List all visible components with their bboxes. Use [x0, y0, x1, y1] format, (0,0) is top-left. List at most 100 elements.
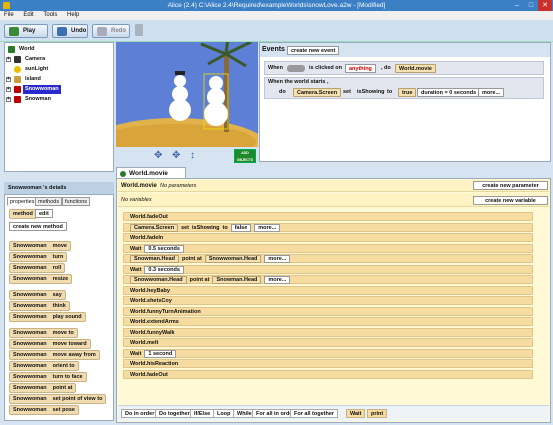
- method-tile-turn[interactable]: Snowwoman turn: [9, 252, 68, 262]
- method-object: Snowwoman: [13, 265, 47, 271]
- play-button[interactable]: Play: [4, 24, 48, 38]
- close-button[interactable]: ✕: [538, 0, 552, 11]
- camera-icon: [14, 56, 21, 63]
- expand-icon[interactable]: +: [6, 87, 11, 92]
- object-chip[interactable]: Camera.Screen: [130, 223, 179, 232]
- control-do-in-order[interactable]: Do in order: [121, 409, 159, 418]
- value-dropdown[interactable]: false: [230, 223, 252, 232]
- expand-icon[interactable]: +: [6, 77, 11, 82]
- statement-row[interactable]: World.fadeOut: [123, 212, 533, 221]
- undo-button[interactable]: Undo: [52, 24, 88, 38]
- statement-row[interactable]: World.shetsCoy: [123, 296, 533, 305]
- method-name: move away from: [52, 352, 96, 358]
- value-dropdown[interactable]: more...: [264, 255, 291, 263]
- method-tile-set-pose[interactable]: Snowwoman set pose: [9, 405, 79, 415]
- method-tile-set-point-of-view-to[interactable]: Snowwoman set point of view to: [9, 394, 107, 404]
- method-name: set point of view to: [52, 396, 103, 402]
- method-tile-turn-to-face[interactable]: Snowwoman turn to face: [9, 372, 87, 382]
- camera-screen-chip[interactable]: Camera.Screen: [293, 88, 342, 97]
- statement-row[interactable]: Wait 0.5 seconds: [123, 243, 533, 253]
- control-do-together[interactable]: Do together: [155, 409, 194, 418]
- create-event-button[interactable]: create new event: [287, 46, 340, 55]
- create-method-button[interactable]: create new method: [9, 222, 67, 231]
- method-tile-move-toward[interactable]: Snowwoman move toward: [9, 339, 91, 349]
- rotate-arrows-icon[interactable]: ↕: [190, 150, 195, 161]
- value-dropdown[interactable]: 0.3 seconds: [144, 265, 184, 274]
- object-chip[interactable]: Snowman.Head: [130, 255, 179, 263]
- statement-row[interactable]: Wait 0.3 seconds: [123, 264, 533, 274]
- redo-button[interactable]: Redo: [92, 24, 130, 38]
- tab-methods[interactable]: methods: [35, 197, 63, 206]
- method-name: point at: [52, 385, 73, 391]
- value-dropdown[interactable]: more...: [264, 276, 291, 284]
- create-variable-button[interactable]: create new variable: [473, 196, 548, 205]
- method-tile-resize[interactable]: Snowwoman resize: [9, 274, 73, 284]
- snowman-head: [174, 75, 186, 87]
- event-world-starts[interactable]: When the world starts , do Camera.Screen…: [264, 77, 544, 99]
- method-tile-say[interactable]: Snowwoman say: [9, 290, 66, 300]
- tab-properties[interactable]: properties: [7, 197, 38, 206]
- add-objects-button[interactable]: ADD OBJECTS: [234, 149, 256, 163]
- method-tile-move[interactable]: Snowwoman move: [9, 241, 71, 251]
- object-chip[interactable]: Snowwoman.Head: [130, 276, 187, 284]
- maximize-button[interactable]: □: [524, 0, 538, 11]
- event-action-dropdown[interactable]: World.movie: [395, 64, 436, 73]
- method-tile-orient-to[interactable]: Snowwoman orient to: [9, 361, 79, 371]
- method-tile-move-away-from[interactable]: Snowwoman move away from: [9, 350, 100, 360]
- expand-icon[interactable]: +: [6, 97, 11, 102]
- statement-row[interactable]: World.funnyTurnAnimation: [123, 306, 533, 316]
- value-dropdown[interactable]: 0.5 seconds: [144, 244, 184, 253]
- method-tile-roll[interactable]: Snowwoman roll: [9, 263, 66, 273]
- method-name: turn to face: [52, 374, 83, 380]
- method-tile[interactable]: method: [9, 209, 37, 219]
- statement-row[interactable]: Snowwoman.Head point at Snowman.Head more..…: [123, 275, 533, 284]
- method-object: Snowwoman: [13, 243, 47, 249]
- control-if-else[interactable]: If/Else: [190, 409, 215, 418]
- edit-button[interactable]: edit: [35, 209, 53, 218]
- event-mouse-click[interactable]: When is clicked on anything , do World.m…: [264, 61, 544, 75]
- tab-world-movie[interactable]: World.movie: [116, 167, 186, 178]
- control-wait[interactable]: Wait: [346, 409, 366, 418]
- object-chip[interactable]: Snowwoman.Head: [204, 255, 262, 263]
- trash-icon[interactable]: [135, 24, 143, 36]
- object-chip[interactable]: Snowman.Head: [212, 276, 262, 284]
- statement-row[interactable]: Snowman.Head point at Snowwoman.Head more..…: [123, 254, 533, 263]
- statement-row[interactable]: Camera.Screen set isShowing to false more...: [123, 222, 533, 232]
- method-tile-point-at[interactable]: Snowwoman point at: [9, 383, 77, 393]
- duration-dropdown[interactable]: duration = 0 seconds: [417, 88, 481, 97]
- control-for-all-together[interactable]: For all together: [290, 409, 339, 418]
- value-dropdown[interactable]: 1 second: [144, 349, 177, 358]
- method-tile-move-to[interactable]: Snowwoman move to: [9, 328, 78, 338]
- method-tile-think[interactable]: Snowwoman think: [9, 301, 70, 311]
- method-tile-play-sound[interactable]: Snowwoman play sound: [9, 312, 86, 322]
- menu-help[interactable]: Help: [67, 12, 79, 18]
- create-parameter-button[interactable]: create new parameter: [473, 181, 548, 190]
- statement-row[interactable]: World.melt: [123, 338, 533, 347]
- tab-functions[interactable]: functions: [62, 197, 91, 206]
- snowwoman-head: [209, 76, 223, 90]
- statement-row[interactable]: Wait 1 second: [123, 348, 533, 358]
- scene-view[interactable]: [116, 42, 258, 147]
- statement-row[interactable]: World.extendArms: [123, 317, 533, 326]
- more-button[interactable]: more...: [478, 88, 505, 97]
- statement-row[interactable]: World.fadeOut: [123, 369, 533, 379]
- statement-row[interactable]: World.heyBaby: [123, 285, 533, 295]
- minimize-button[interactable]: –: [510, 0, 524, 11]
- menu-edit[interactable]: Edit: [23, 12, 33, 18]
- control-print[interactable]: print: [367, 409, 388, 418]
- method-object: Snowwoman: [13, 292, 47, 298]
- statement-row[interactable]: World.fadeIn: [123, 233, 533, 242]
- method-object: Snowwoman: [13, 407, 47, 413]
- move-arrows-icon[interactable]: ✥: [154, 150, 162, 161]
- menu-file[interactable]: File: [4, 12, 14, 18]
- statement-row[interactable]: World.funnyWalk: [123, 327, 533, 337]
- control-loop[interactable]: Loop: [213, 409, 235, 418]
- move-arrows-icon[interactable]: ✥: [172, 150, 180, 161]
- menu-tools[interactable]: Tools: [43, 12, 57, 18]
- expand-icon[interactable]: +: [6, 57, 11, 62]
- click-target-dropdown[interactable]: anything: [345, 64, 376, 73]
- statement-row[interactable]: World.hisReaction: [123, 359, 533, 368]
- value-dropdown[interactable]: more...: [254, 223, 281, 232]
- value-dropdown[interactable]: true: [398, 88, 417, 97]
- method-name: say: [52, 292, 62, 298]
